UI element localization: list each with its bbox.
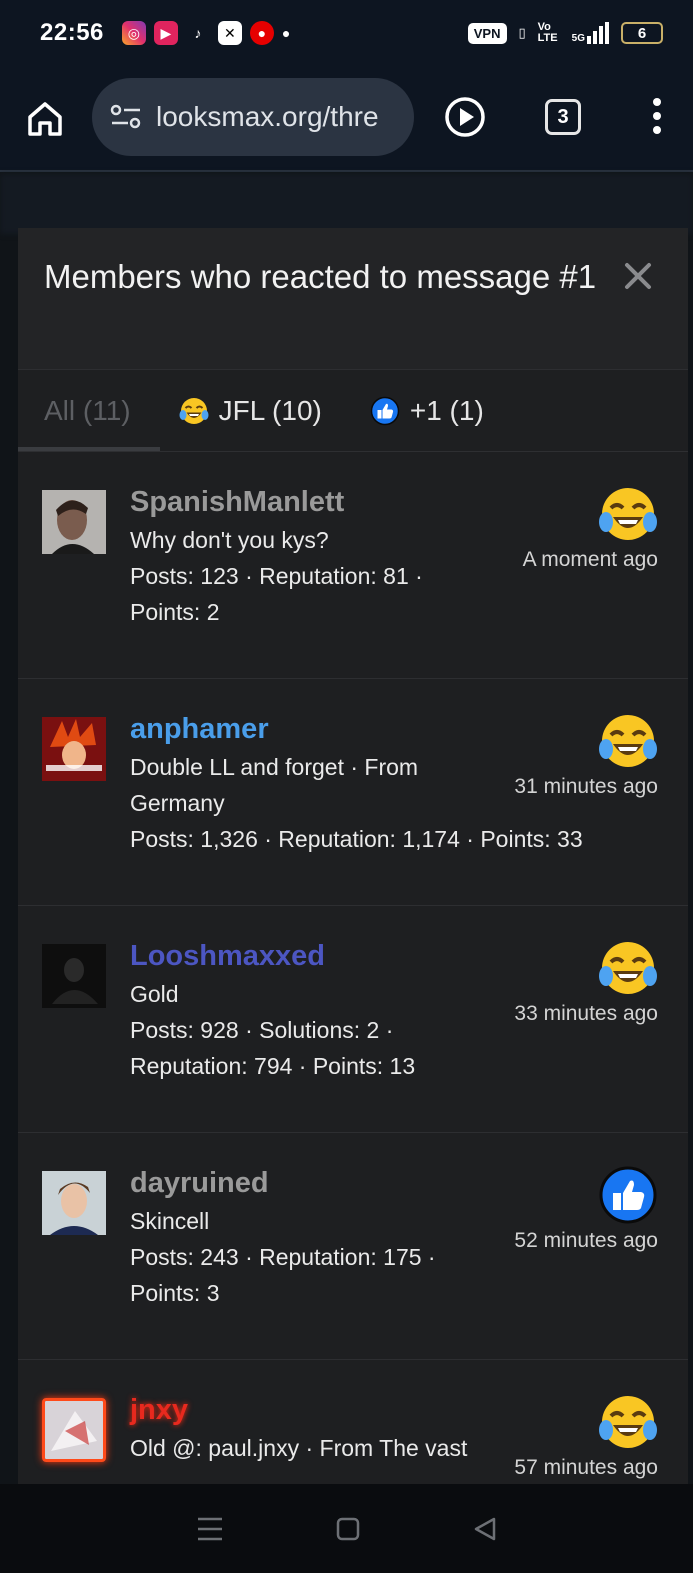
back-icon[interactable] (472, 1516, 498, 1542)
modal-header: Members who reacted to message #1 (18, 228, 688, 370)
system-nav-bar (0, 1484, 693, 1573)
avatar[interactable] (42, 490, 106, 554)
tab-all-label: All (11) (44, 394, 131, 426)
member-username[interactable]: jnxy (130, 1390, 510, 1430)
reaction-time: 52 minutes ago (514, 1229, 658, 1252)
reactions-modal: Members who reacted to message #1 All (1… (18, 228, 688, 1484)
avatar[interactable] (42, 1398, 106, 1462)
blurred-page-header (0, 174, 693, 234)
notification-icons: ◎ ▶ ♪ ✕ ● ● (121, 21, 291, 45)
network-type: 5G (571, 33, 585, 44)
member-location: Germany (130, 790, 225, 816)
member-username[interactable]: anphamer (130, 709, 510, 749)
laughing-crying-emoji-icon (179, 397, 209, 424)
address-bar[interactable]: looksmax.org/thre (92, 78, 414, 156)
member-list: SpanishManlett Why don't you kys? Posts:… (18, 452, 688, 1484)
member-row[interactable]: dayruined Skincell Posts: 243 · Reputati… (18, 1133, 688, 1360)
battery-icon: 6 (621, 22, 663, 44)
reaction-tabs: All (11) JFL (10) +1 (1) (18, 370, 688, 452)
reaction-time: 31 minutes ago (514, 775, 658, 798)
more-notifications-icon: ● (281, 25, 291, 41)
instagram-icon: ◎ (121, 21, 146, 45)
member-stats: Posts: 243 · Reputation: 175 · (130, 1244, 436, 1270)
play-icon[interactable] (444, 96, 486, 138)
url-text: looksmax.org/thre (156, 101, 379, 132)
member-username[interactable]: SpanishManlett (130, 482, 510, 522)
tab-plus1-label: +1 (1) (409, 394, 484, 426)
tab-jfl-label: JFL (10) (218, 394, 322, 426)
member-title: Old @: paul.jnxy · From The vast (130, 1435, 468, 1461)
member-stats: Reputation: 794 · Points: 13 (130, 1053, 416, 1079)
member-username[interactable]: Looshmaxxed (130, 936, 510, 976)
status-time: 22:56 (40, 19, 104, 46)
member-stats: Posts: 928 · Solutions: 2 · (130, 1017, 394, 1043)
member-title: Skincell (130, 1208, 210, 1234)
vodafone-icon: ● (249, 21, 274, 45)
browser-toolbar: looksmax.org/thre 3 (0, 66, 693, 172)
tiktok-icon: ♪ (194, 25, 202, 41)
avatar[interactable] (42, 944, 106, 1008)
reaction-time: 57 minutes ago (514, 1456, 658, 1479)
laughing-crying-emoji-icon (599, 942, 657, 994)
member-row[interactable]: SpanishManlett Why don't you kys? Posts:… (18, 452, 688, 679)
close-icon[interactable] (624, 262, 652, 290)
home-icon[interactable] (25, 99, 65, 139)
laughing-crying-emoji-icon (599, 715, 657, 767)
laughing-crying-emoji-icon (599, 1396, 657, 1448)
thumbs-up-icon (599, 1166, 657, 1224)
thumbs-up-icon (370, 396, 400, 425)
tab-jfl[interactable]: JFL (10) (179, 395, 322, 427)
modal-title: Members who reacted to message #1 (44, 258, 597, 295)
tab-switcher-button[interactable]: 3 (545, 99, 581, 135)
member-row[interactable]: jnxy Old @: paul.jnxy · From The vast 57… (18, 1360, 688, 1484)
member-username[interactable]: dayruined (130, 1163, 510, 1203)
active-tab-indicator (18, 447, 160, 451)
reaction-time: A moment ago (522, 548, 658, 571)
avatar[interactable] (42, 1171, 106, 1235)
member-title: Why don't you kys? (130, 527, 329, 553)
recent-apps-icon[interactable] (196, 1516, 224, 1542)
member-stats: Posts: 1,326 · Reputation: 1,174 · Point… (130, 826, 583, 852)
status-bar: 22:56 ◎ ▶ ♪ ✕ ● ● VPN ▯ Vo LTE 5G 6 (0, 0, 693, 66)
member-stats: Posts: 123 · Reputation: 81 · (130, 563, 423, 589)
member-title: Gold (130, 981, 179, 1007)
member-row[interactable]: Looshmaxxed Gold Posts: 928 · Solutions:… (18, 906, 688, 1133)
tab-plus1[interactable]: +1 (1) (370, 395, 484, 427)
laughing-crying-emoji-icon (599, 488, 657, 540)
volte-label: Vo LTE (537, 21, 558, 44)
member-row[interactable]: anphamer Double LL and forget · From Ger… (18, 679, 688, 906)
avatar[interactable] (42, 717, 106, 781)
member-stats: Points: 2 (130, 599, 220, 625)
video-app-icon: ▶ (153, 21, 178, 45)
site-settings-icon[interactable] (110, 104, 142, 130)
vpn-badge: VPN (467, 22, 507, 44)
capcut-icon: ✕ (217, 21, 242, 45)
overflow-menu-icon[interactable] (651, 98, 663, 138)
home-nav-icon[interactable] (335, 1516, 361, 1542)
member-stats: Points: 3 (130, 1280, 220, 1306)
signal-icon: 5G (572, 22, 609, 44)
vibrate-icon: ▯ (518, 25, 526, 40)
member-title: Double LL and forget · From (130, 754, 419, 780)
reaction-time: 33 minutes ago (514, 1002, 658, 1025)
tab-all[interactable]: All (11) (44, 395, 131, 427)
